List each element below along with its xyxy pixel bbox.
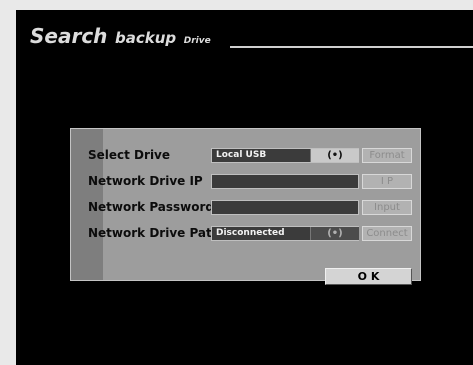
network-drive-ip-field[interactable] [211, 174, 359, 189]
ok-button[interactable]: O K [325, 268, 412, 285]
network-drive-path-field[interactable]: Disconnected (•) [211, 226, 359, 241]
title-underline [230, 46, 473, 48]
network-drive-path-value: Disconnected [216, 228, 285, 238]
settings-panel: Select Drive Local USB (•) Format Networ… [70, 128, 421, 285]
select-drive-label: Select Drive [88, 148, 171, 162]
title-part-backup: backup [115, 29, 177, 47]
connect-button[interactable]: Connect [362, 226, 412, 241]
select-drive-field[interactable]: Local USB (•) [211, 148, 359, 163]
select-drive-value: Local USB [216, 150, 267, 160]
title-part-drive: Drive [183, 36, 211, 46]
select-drive-scan-icon[interactable]: (•) [310, 149, 359, 162]
title-part-search: Search [30, 24, 108, 48]
input-button[interactable]: Input [362, 200, 412, 215]
ip-button[interactable]: I P [362, 174, 412, 189]
network-drive-path-scan-icon[interactable]: (•) [310, 227, 359, 240]
network-password-label: Network Password [88, 200, 215, 214]
format-button[interactable]: Format [362, 148, 412, 163]
network-drive-ip-label: Network Drive IP [88, 174, 203, 188]
dialog-screen: Search backup Drive Select Drive Local U… [16, 10, 473, 365]
page-title: Search backup Drive [30, 24, 211, 48]
network-password-field[interactable] [211, 200, 359, 215]
network-drive-path-label: Network Drive Path [88, 226, 221, 240]
